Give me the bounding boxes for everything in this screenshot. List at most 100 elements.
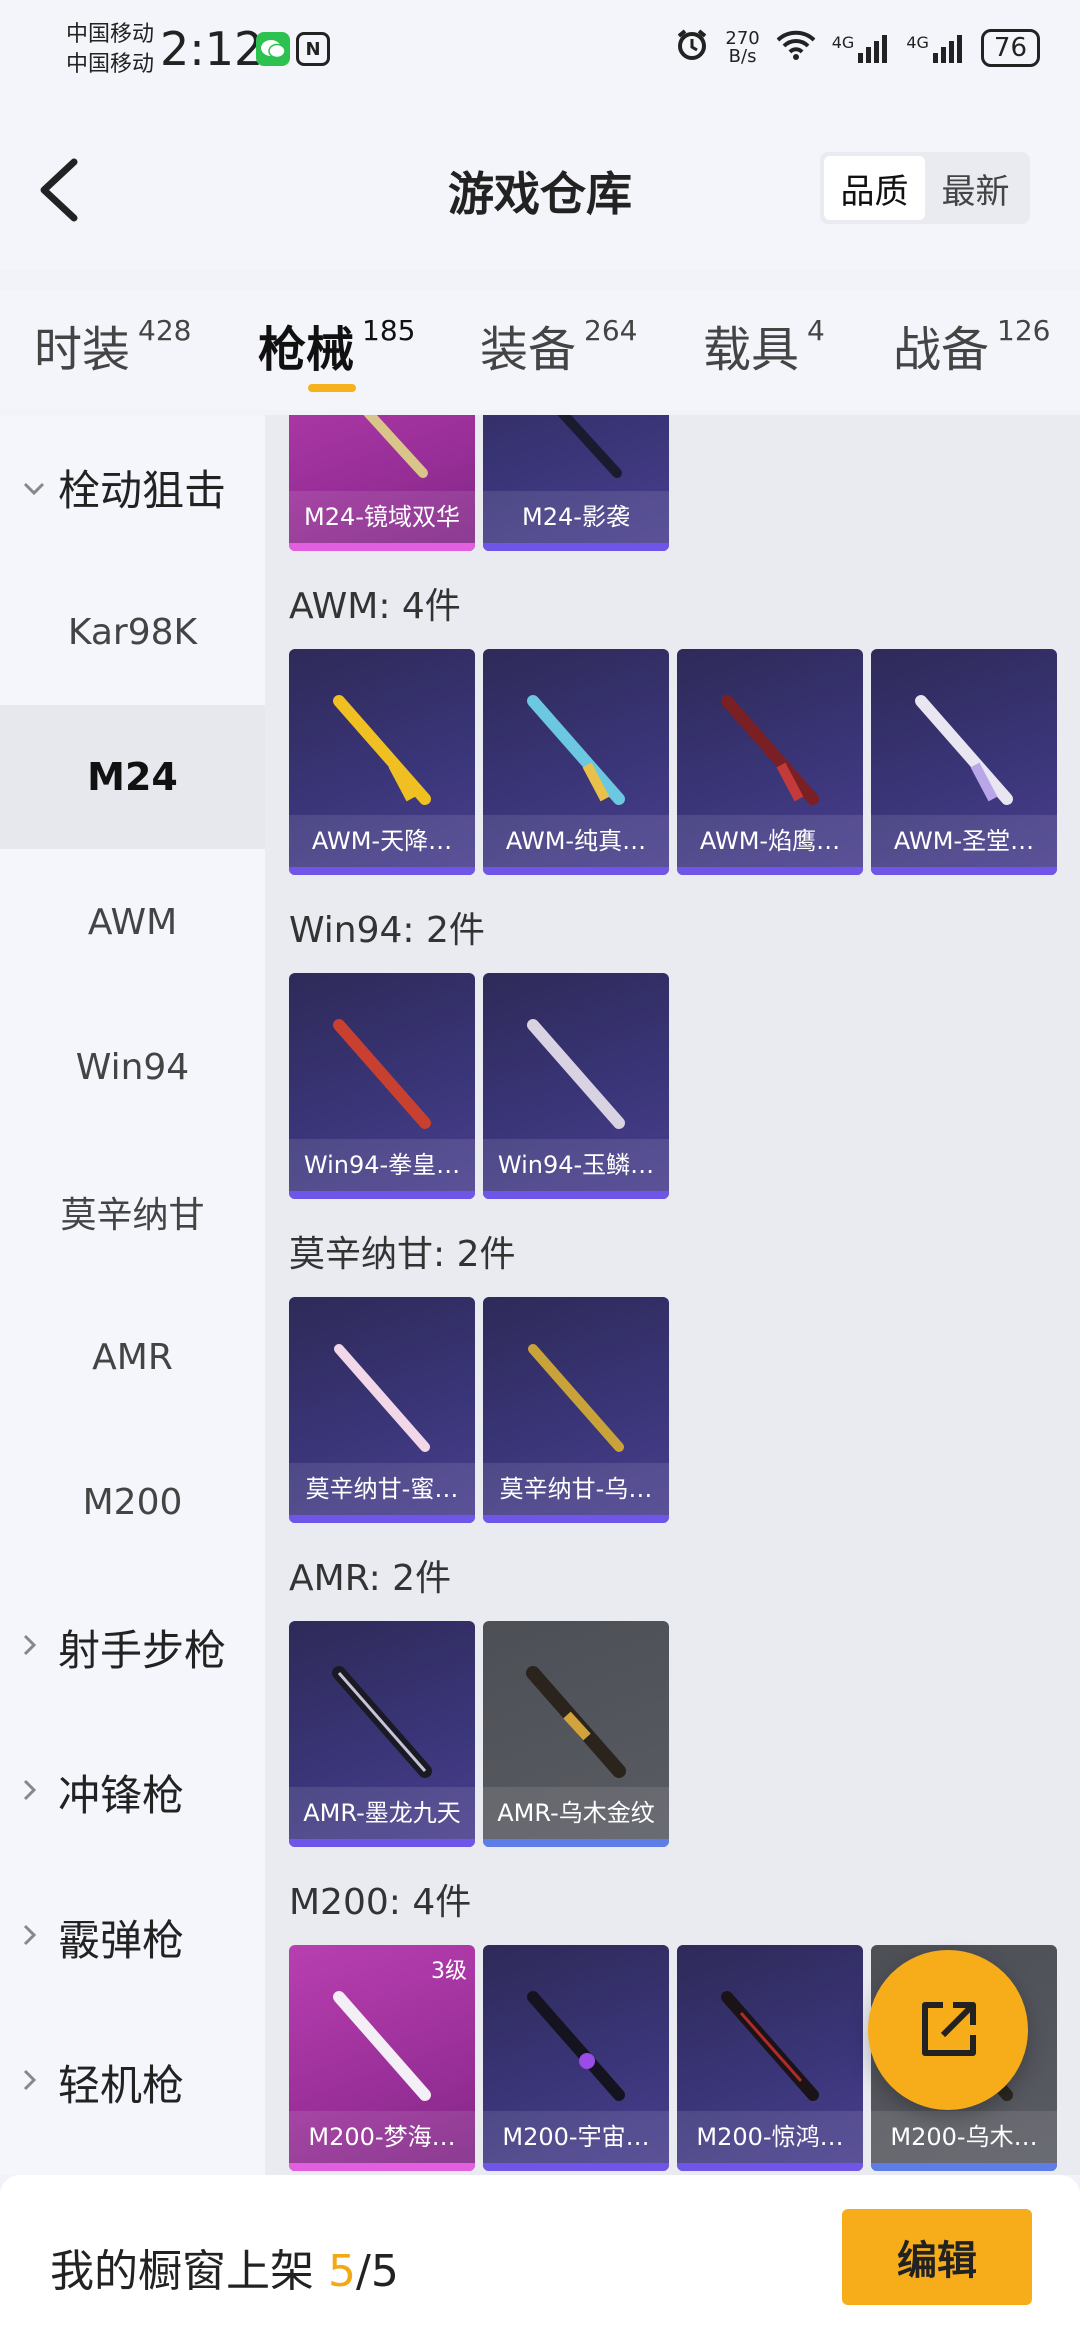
sidebar-item-awm[interactable]: AWM: [0, 850, 265, 994]
chevron-right-icon: [22, 1776, 46, 1809]
weapon-card[interactable]: AMR-墨龙九天: [289, 1621, 475, 1847]
sidebar-item-m200[interactable]: M200: [0, 1430, 265, 1574]
weapon-card[interactable]: 莫辛纳甘-蜜…: [289, 1297, 475, 1523]
sidebar-item-kar98k[interactable]: Kar98K: [0, 560, 265, 704]
tab-label: 载具: [703, 322, 800, 378]
showcase-status: 我的橱窗上架 5/5: [50, 2235, 399, 2299]
weapon-card[interactable]: M24-镜域双华: [289, 415, 475, 551]
sidebar-item-mosin[interactable]: 莫辛纳甘: [0, 1140, 265, 1284]
sidebar-group-shotgun[interactable]: 霰弹枪: [0, 1865, 265, 2009]
rifle-icon: [527, 695, 625, 805]
tab-firearms[interactable]: 枪械 185: [258, 310, 415, 380]
rarity-bar: [871, 867, 1057, 875]
network-type-1: 4G: [831, 33, 855, 52]
chevron-right-icon: [22, 1631, 46, 1664]
sidebar-item-amr[interactable]: AMR: [0, 1285, 265, 1429]
weapon-card[interactable]: AWM-焰鹰…: [677, 649, 863, 875]
status-icons: 270 B/s 4G 4G 76: [675, 28, 1040, 68]
alarm-icon: [675, 28, 709, 68]
weapon-card[interactable]: Win94-玉鳞…: [483, 973, 669, 1199]
rarity-bar: [871, 2163, 1057, 2171]
sidebar-group-bolt-action[interactable]: 栓动狙击: [0, 415, 265, 559]
weapon-card[interactable]: AWM-天降…: [289, 649, 475, 875]
rarity-bar: [677, 867, 863, 875]
wechat-icon: [256, 32, 290, 66]
sidebar-group-label: 霰弹枪: [58, 1915, 185, 1965]
sidebar-group-lmg[interactable]: 轻机枪: [0, 2010, 265, 2154]
weapon-card[interactable]: AMR-乌木金纹: [483, 1621, 669, 1847]
weapon-card[interactable]: M24-影袭: [483, 415, 669, 551]
weapon-name: M200-乌木…: [871, 2111, 1057, 2163]
weapon-card[interactable]: M200-宇宙…: [483, 1945, 669, 2171]
carrier-info: 中国移动 中国移动: [66, 20, 154, 80]
share-button[interactable]: [868, 1950, 1028, 2110]
weapon-name: M200-宇宙…: [483, 2111, 669, 2163]
network-speed: 270 B/s: [725, 30, 759, 66]
tab-count: 126: [997, 314, 1051, 347]
weapon-card[interactable]: AWM-纯真…: [483, 649, 669, 875]
section-title: 莫辛纳甘: 2件: [289, 1234, 516, 1275]
sort-quality-option[interactable]: 品质: [824, 156, 925, 220]
rifle-icon: [333, 1019, 431, 1129]
rifle-icon: [333, 695, 431, 805]
weapon-card[interactable]: 莫辛纳甘-乌…: [483, 1297, 669, 1523]
sort-newest-option[interactable]: 最新: [925, 156, 1026, 220]
rarity-bar: [483, 867, 669, 875]
weapon-card[interactable]: M200-惊鸿…: [677, 1945, 863, 2171]
weapon-sidebar: 栓动狙击 Kar98K M24 AWM Win94 莫辛纳甘 AMR M200 …: [0, 415, 265, 2175]
showcase-total: 5: [370, 2246, 399, 2297]
signal-icon: 4G: [832, 33, 891, 63]
tab-combat-supplies[interactable]: 战备 126: [893, 310, 1050, 380]
network-type-2: 4G: [906, 33, 929, 52]
weapon-name: AWM-圣堂…: [871, 815, 1057, 867]
rarity-bar: [483, 1839, 669, 1847]
weapon-card[interactable]: Win94-拳皇…: [289, 973, 475, 1199]
sort-toggle[interactable]: 品质 最新: [820, 152, 1030, 224]
sidebar-item-win94[interactable]: Win94: [0, 995, 265, 1139]
weapon-name: Win94-拳皇…: [289, 1139, 475, 1191]
tab-count: 4: [807, 314, 825, 347]
rarity-bar: [289, 1191, 475, 1199]
bottom-bar: 我的橱窗上架 5/5 编辑: [0, 2175, 1080, 2340]
showcase-label: 我的橱窗上架: [50, 2246, 314, 2297]
rifle-icon: [721, 1991, 819, 2101]
weapon-name: AWM-天降…: [289, 815, 475, 867]
weapon-name: AWM-纯真…: [483, 815, 669, 867]
edit-button[interactable]: 编辑: [842, 2209, 1032, 2305]
rarity-bar: [483, 1191, 669, 1199]
tab-vehicles[interactable]: 载具 4: [703, 310, 825, 380]
rarity-bar: [289, 867, 475, 875]
section-title: AMR: 2件: [289, 1558, 452, 1599]
weapon-card[interactable]: AWM-圣堂…: [871, 649, 1057, 875]
wifi-icon: [776, 30, 816, 66]
chevron-down-icon: [22, 471, 46, 504]
tab-fashion[interactable]: 时装 428: [34, 310, 191, 380]
active-tab-indicator: [308, 384, 356, 392]
tab-equipment[interactable]: 装备 264: [480, 310, 637, 380]
rifle-icon: [527, 1019, 625, 1129]
weapon-card[interactable]: 3级 M200-梦海…: [289, 1945, 475, 2171]
sidebar-group-label: 栓动狙击: [58, 465, 227, 515]
rarity-bar: [483, 2163, 669, 2171]
rifle-icon: [528, 1344, 624, 1452]
rarity-bar: [483, 543, 669, 551]
weapon-name: AMR-乌木金纹: [483, 1787, 669, 1839]
weapon-name: M24-镜域双华: [289, 491, 475, 543]
battery-icon: 76: [980, 29, 1040, 67]
rifle-icon: [332, 1666, 432, 1778]
section-title: AWM: 4件: [289, 586, 461, 627]
sidebar-group-marksman[interactable]: 射手步枪: [0, 1575, 265, 1719]
weapon-name: M200-梦海…: [289, 2111, 475, 2163]
sidebar-group-smg[interactable]: 冲锋枪: [0, 1720, 265, 1864]
carrier-2: 中国移动: [66, 52, 155, 77]
category-tabs: 时装 428 枪械 185 装备 264 载具 4 战备 126: [0, 290, 1080, 410]
status-bar: 中国移动 中国移动 2:12 N 270 B/s 4G 4G 76: [0, 0, 1080, 110]
nfc-icon: N: [296, 32, 330, 66]
tab-count: 185: [362, 314, 416, 347]
rifle-icon: [526, 1666, 626, 1778]
sidebar-item-m24[interactable]: M24: [0, 705, 265, 849]
rifle-icon: [363, 415, 428, 478]
section-title: Win94: 2件: [289, 910, 485, 951]
weapon-name: AWM-焰鹰…: [677, 815, 863, 867]
chevron-right-icon: [22, 2066, 46, 2099]
